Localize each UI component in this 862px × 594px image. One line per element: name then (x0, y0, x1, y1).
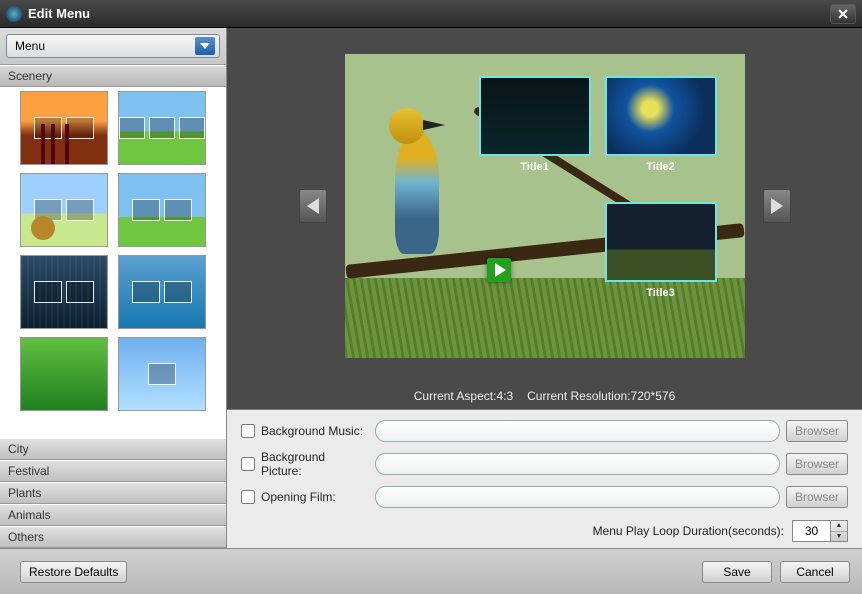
restore-defaults-button[interactable]: Restore Defaults (20, 561, 127, 583)
menu-item-1[interactable]: Title1 (479, 76, 591, 173)
info-bar: Current Aspect:4:3 Current Resolution:72… (227, 383, 862, 409)
settings-panel: Background Music: Browser Background Pic… (227, 409, 862, 548)
aspect-label: Current Aspect: (414, 389, 497, 403)
sidebar: Menu Scenery City Festival Plants Animal… (0, 28, 227, 548)
category-plants[interactable]: Plants (0, 482, 226, 504)
template-thumb[interactable] (118, 255, 206, 329)
menu-type-combo[interactable]: Menu (6, 34, 220, 58)
menu-item-title: Title2 (605, 161, 717, 173)
template-thumb[interactable] (20, 337, 108, 411)
category-festival[interactable]: Festival (0, 460, 226, 482)
resolution-value: 720*576 (631, 389, 676, 403)
loop-duration-label: Menu Play Loop Duration(seconds): (593, 524, 784, 538)
background-picture-field[interactable] (375, 453, 780, 475)
cancel-button[interactable]: Cancel (780, 561, 850, 583)
menu-item-2[interactable]: Title2 (605, 76, 717, 173)
aspect-value: 4:3 (496, 389, 513, 403)
play-button[interactable] (487, 258, 511, 282)
next-button[interactable] (763, 189, 791, 223)
background-music-field[interactable] (375, 420, 780, 442)
resolution-label: Current Resolution: (527, 389, 630, 403)
stepper-down-icon[interactable]: ▼ (831, 532, 847, 542)
background-music-checkbox[interactable] (241, 424, 255, 438)
footer: Restore Defaults Save Cancel (0, 548, 862, 594)
template-thumb[interactable] (20, 91, 108, 165)
menu-type-combo-value: Menu (15, 39, 45, 53)
menu-item-3[interactable]: Title3 (605, 202, 717, 299)
template-thumb[interactable] (20, 255, 108, 329)
window-title: Edit Menu (28, 6, 830, 21)
opening-film-field[interactable] (375, 486, 780, 508)
loop-duration-input[interactable] (792, 520, 830, 542)
opening-film-browse-button[interactable]: Browser (786, 486, 848, 508)
arrow-right-icon (771, 198, 783, 214)
template-thumb[interactable] (118, 91, 206, 165)
background-picture-browse-button[interactable]: Browser (786, 453, 848, 475)
template-thumb[interactable] (20, 173, 108, 247)
background-music-browse-button[interactable]: Browser (786, 420, 848, 442)
category-others[interactable]: Others (0, 526, 226, 548)
play-icon (487, 258, 511, 282)
arrow-left-icon (307, 198, 319, 214)
opening-film-label: Opening Film: (261, 490, 369, 504)
category-scenery[interactable]: Scenery (0, 65, 226, 87)
stepper-up-icon[interactable]: ▲ (831, 521, 847, 532)
category-animals[interactable]: Animals (0, 504, 226, 526)
menu-item-title: Title3 (605, 287, 717, 299)
template-thumb[interactable] (118, 337, 206, 411)
save-button[interactable]: Save (702, 561, 772, 583)
loop-duration-stepper[interactable]: ▲ ▼ (830, 520, 848, 542)
menu-preview: Title1 Title2 Title3 (345, 54, 745, 358)
close-icon (837, 8, 849, 20)
titlebar: Edit Menu (0, 0, 862, 28)
template-thumbs (0, 87, 226, 438)
close-button[interactable] (830, 4, 856, 24)
template-thumb[interactable] (118, 173, 206, 247)
background-music-label: Background Music: (261, 424, 369, 438)
app-icon (6, 6, 22, 22)
previous-button[interactable] (299, 189, 327, 223)
chevron-down-icon (195, 37, 215, 55)
background-picture-label: Background Picture: (261, 450, 369, 478)
background-picture-checkbox[interactable] (241, 457, 255, 471)
category-city[interactable]: City (0, 438, 226, 460)
menu-item-title: Title1 (479, 161, 591, 173)
opening-film-checkbox[interactable] (241, 490, 255, 504)
